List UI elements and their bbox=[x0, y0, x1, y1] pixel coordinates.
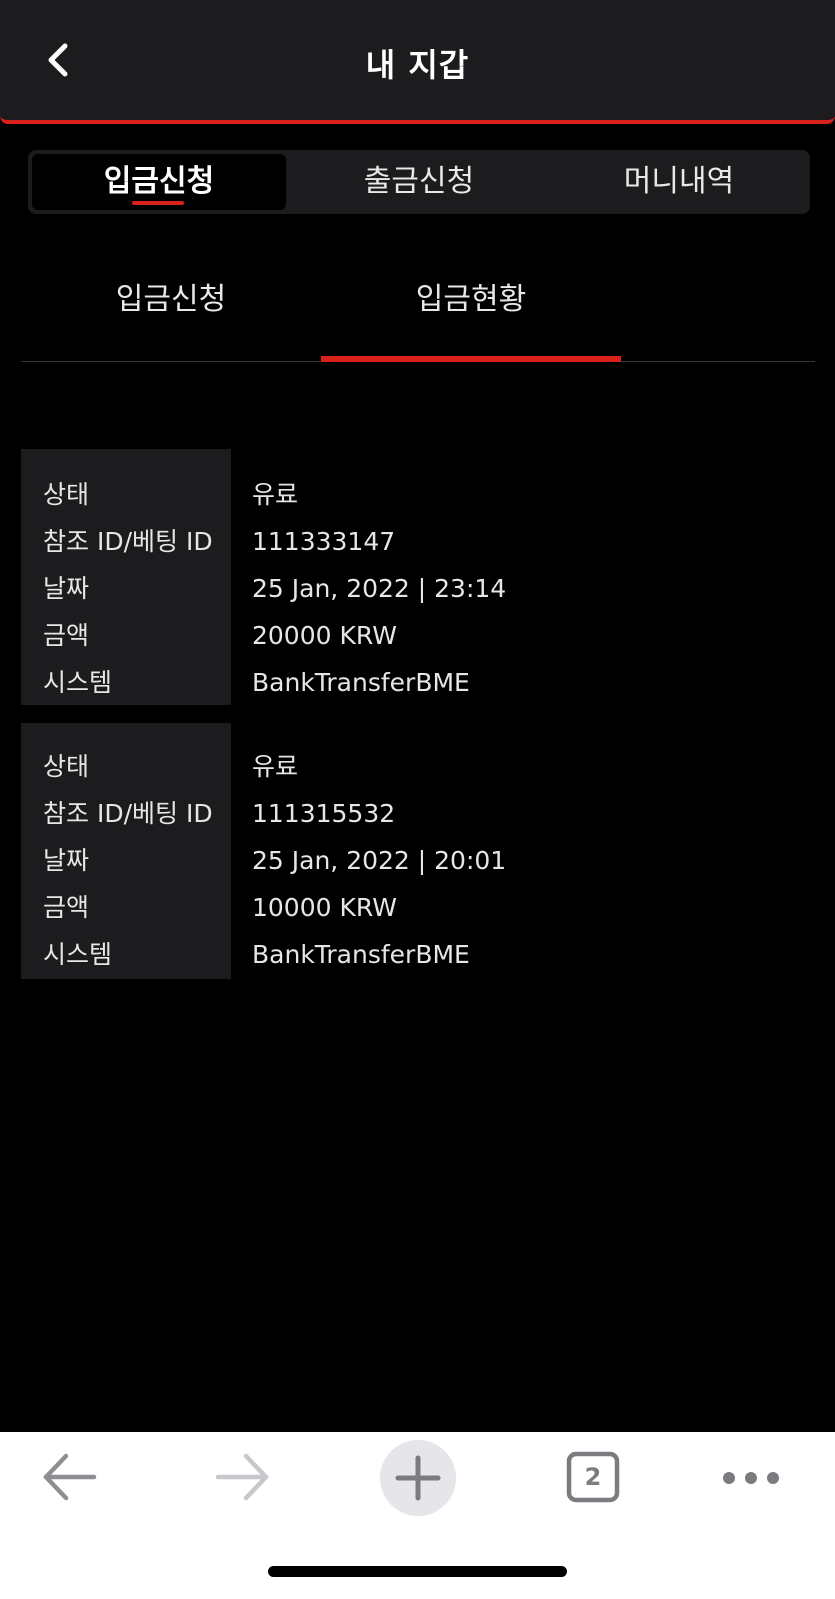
app-header: 내 지갑 bbox=[0, 0, 835, 124]
ref-id-value: 111315532 bbox=[252, 799, 396, 828]
status-label: 상태 bbox=[43, 480, 90, 509]
status-label: 상태 bbox=[43, 752, 90, 781]
amount-value: 20000 KRW bbox=[252, 621, 397, 650]
ref-id-label: 참조 ID/베팅 ID bbox=[43, 527, 213, 556]
system-label: 시스템 bbox=[43, 940, 113, 969]
subtab-label: 입금신청 bbox=[115, 282, 227, 317]
active-tab-underline bbox=[132, 201, 184, 205]
tab-label: 머니내역 bbox=[623, 164, 735, 199]
deposit-record: 상태 유료 참조 ID/베팅 ID 111333147 날짜 25 Jan, 2… bbox=[21, 449, 815, 705]
status-value: 유료 bbox=[252, 752, 299, 781]
system-label: 시스템 bbox=[43, 668, 113, 697]
wallet-segment-tabs: 입금신청 출금신청 머니내역 bbox=[28, 150, 810, 214]
amount-label: 금액 bbox=[43, 893, 90, 922]
status-value: 유료 bbox=[252, 480, 299, 509]
browser-forward-icon[interactable] bbox=[198, 1432, 288, 1522]
system-value: BankTransferBME bbox=[252, 940, 470, 969]
browser-back-icon[interactable] bbox=[24, 1432, 114, 1522]
subtab-deposit-status[interactable]: 입금현황 bbox=[321, 268, 621, 360]
deposit-record: 상태 유료 참조 ID/베팅 ID 111315532 날짜 25 Jan, 2… bbox=[21, 723, 815, 979]
tab-deposit-request[interactable]: 입금신청 bbox=[32, 154, 286, 210]
active-subtab-indicator bbox=[321, 356, 621, 362]
page-title: 내 지갑 bbox=[365, 46, 470, 84]
more-options-icon[interactable] bbox=[706, 1432, 796, 1522]
ref-id-label: 참조 ID/베팅 ID bbox=[43, 799, 213, 828]
subtab-deposit-request[interactable]: 입금신청 bbox=[21, 268, 321, 360]
tab-label: 출금신청 bbox=[363, 164, 475, 199]
deposit-sub-tabs: 입금신청 입금현황 bbox=[21, 268, 815, 364]
date-label: 날짜 bbox=[43, 574, 90, 603]
system-value: BankTransferBME bbox=[252, 668, 470, 697]
subtab-label: 입금현황 bbox=[415, 282, 527, 317]
tab-count: 2 bbox=[584, 1463, 602, 1491]
ref-id-value: 111333147 bbox=[252, 527, 396, 556]
tab-withdraw-request[interactable]: 출금신청 bbox=[292, 154, 546, 210]
date-value: 25 Jan, 2022 | 20:01 bbox=[252, 846, 507, 875]
tab-money-history[interactable]: 머니내역 bbox=[552, 154, 806, 210]
tabs-count-button[interactable]: 2 bbox=[547, 1432, 637, 1522]
tab-label: 입금신청 bbox=[103, 164, 215, 199]
new-tab-plus-icon[interactable] bbox=[373, 1432, 463, 1522]
amount-value: 10000 KRW bbox=[252, 893, 397, 922]
amount-label: 금액 bbox=[43, 621, 90, 650]
home-indicator bbox=[268, 1566, 567, 1577]
date-label: 날짜 bbox=[43, 846, 90, 875]
date-value: 25 Jan, 2022 | 23:14 bbox=[252, 574, 507, 603]
